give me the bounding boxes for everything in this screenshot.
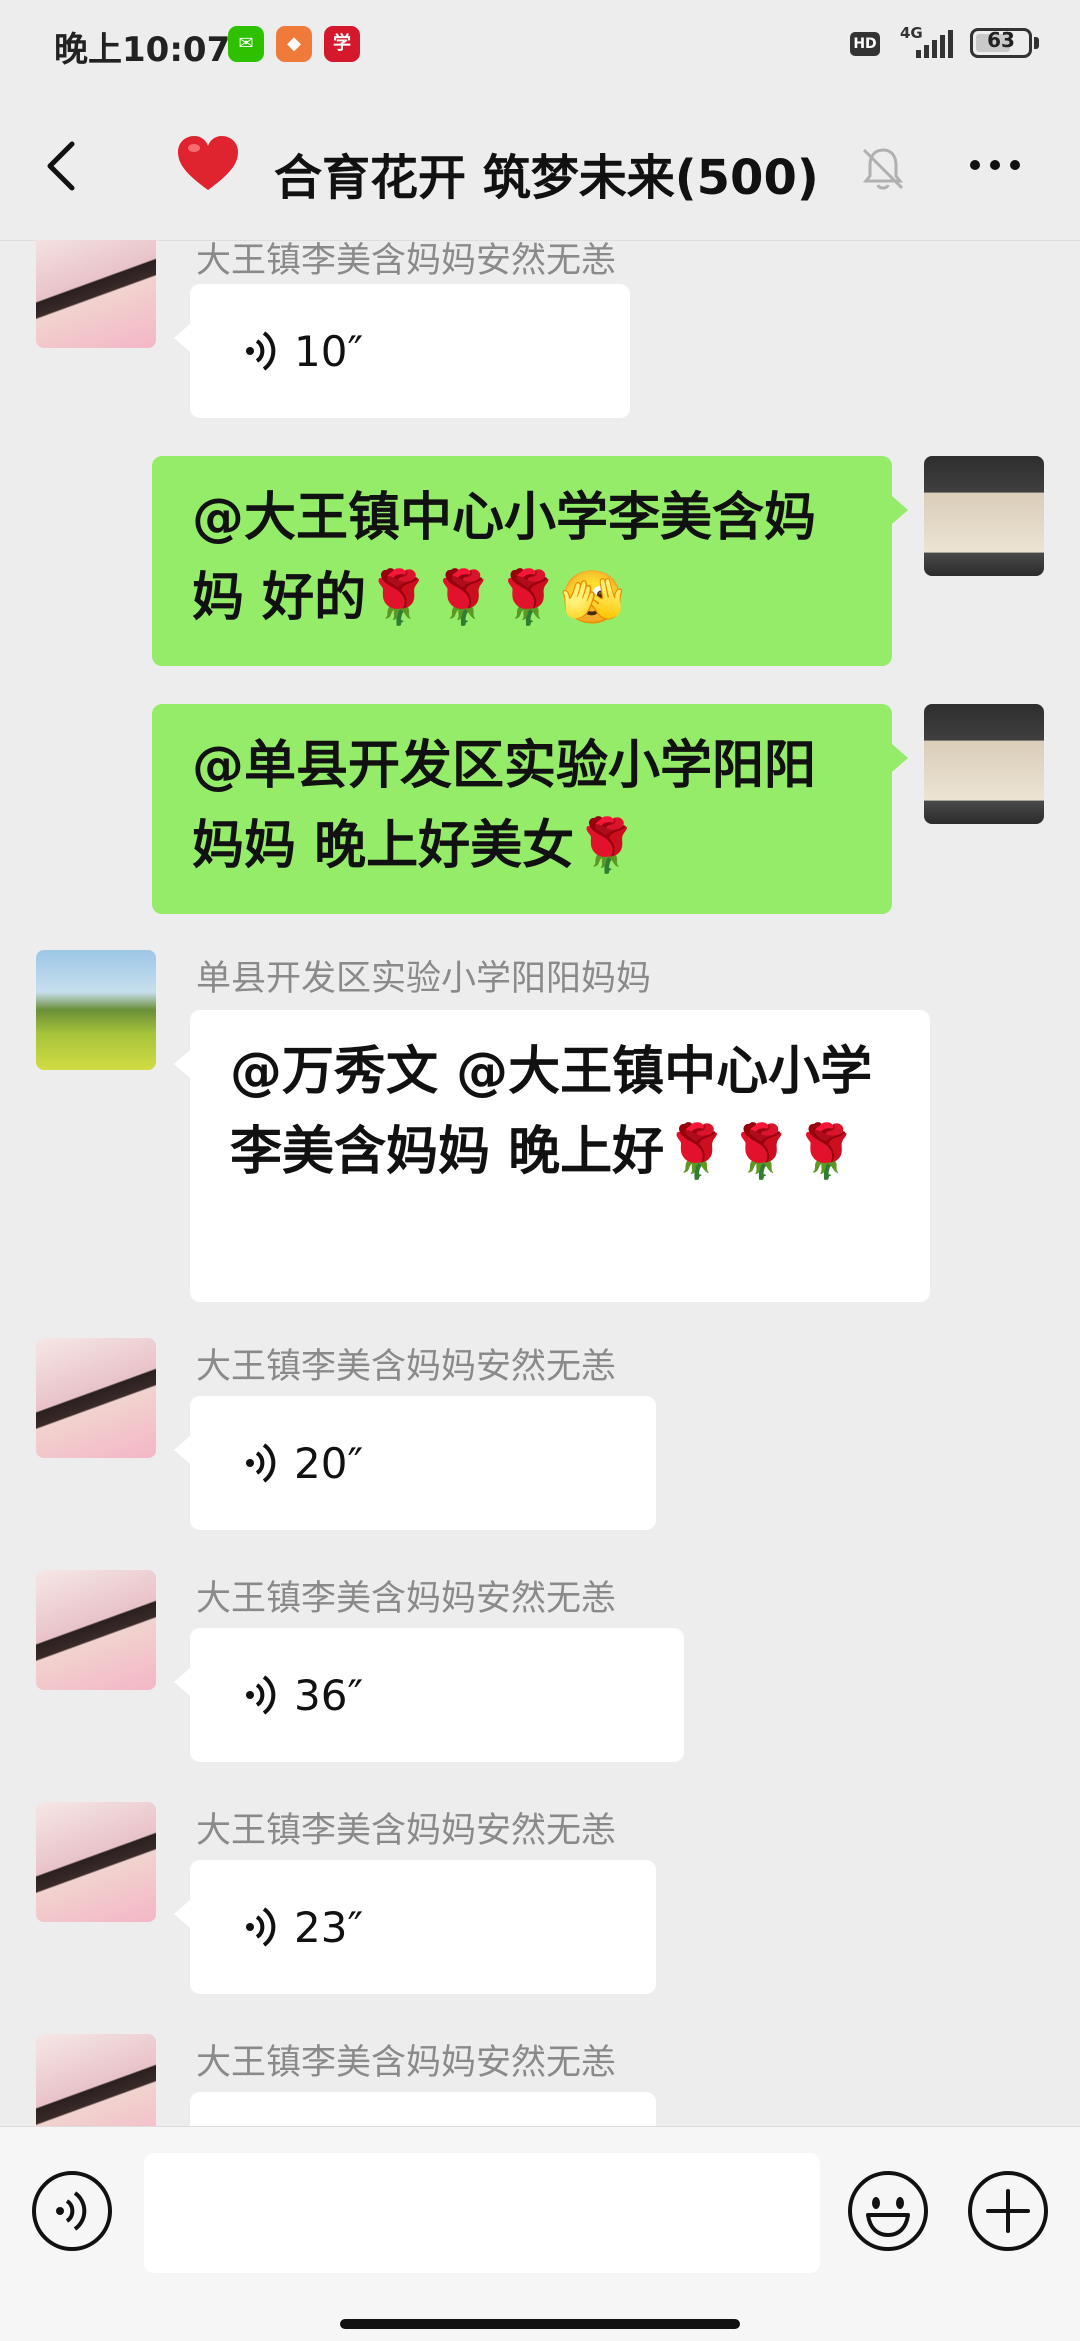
voice-wave-icon: [246, 331, 276, 371]
sender-name: 大王镇李美含妈妈安然无恙: [196, 241, 617, 281]
sender-name: 大王镇李美含妈妈安然无恙: [196, 1811, 617, 1851]
chat-header: 合育花开 筑梦未来(500): [0, 92, 1080, 241]
voice-bubble[interactable]: 23″: [174, 1860, 656, 1994]
battery-icon: 63: [970, 28, 1032, 58]
mute-bell-icon: [862, 148, 904, 190]
message-text: @大王镇中心小学李美含妈妈 好的🌹🌹🌹🫣: [192, 488, 817, 628]
voice-input-icon[interactable]: [30, 2169, 114, 2253]
voice-wave-icon: [246, 1907, 276, 1947]
shopping-app-icon: ◆: [276, 26, 312, 62]
input-bar: [0, 2126, 1080, 2341]
avatar[interactable]: [36, 240, 156, 348]
avatar[interactable]: [924, 704, 1044, 824]
text-bubble[interactable]: @万秀文 @大王镇中心小学李美含妈妈 晚上好🌹🌹🌹: [174, 1010, 930, 1302]
message-voice: 大王镇李美含妈妈安然无恙: [0, 2034, 1080, 2126]
wechat-icon: ✉: [228, 26, 264, 62]
hd-icon: HD: [850, 32, 880, 56]
voice-bubble[interactable]: 20″: [174, 1396, 656, 1530]
message-text-self: @大王镇中心小学李美含妈妈 好的🌹🌹🌹🫣: [0, 456, 1080, 670]
avatar[interactable]: [924, 456, 1044, 576]
home-indicator[interactable]: [340, 2319, 740, 2329]
message-voice: 大王镇李美含妈妈安然无恙 20″: [0, 1338, 1080, 1538]
sender-name: 大王镇李美含妈妈安然无恙: [196, 2043, 617, 2083]
study-app-icon: 学: [324, 26, 360, 62]
text-bubble[interactable]: @大王镇中心小学李美含妈妈 好的🌹🌹🌹🫣: [152, 456, 908, 666]
message-voice: 大王镇李美含妈妈安然无恙 36″: [0, 1570, 1080, 1770]
chat-area[interactable]: 大王镇李美含妈妈安然无恙 10″ @大王镇中心小学李美含妈妈 好的🌹🌹🌹🫣 @单…: [0, 240, 1080, 2126]
more-icon[interactable]: [965, 140, 1025, 190]
signal-icon: [916, 30, 953, 58]
plus-icon[interactable]: [966, 2169, 1050, 2253]
voice-wave-icon: [246, 1675, 276, 1715]
avatar[interactable]: [36, 2034, 156, 2126]
message-text: @单县开发区实验小学阳阳妈妈 晚上好美女🌹: [192, 736, 817, 876]
avatar[interactable]: [36, 1802, 156, 1922]
avatar[interactable]: [36, 950, 156, 1070]
voice-duration: 20″: [294, 1438, 364, 1488]
emoji-icon[interactable]: [846, 2169, 930, 2253]
voice-duration: 36″: [294, 1670, 364, 1720]
avatar[interactable]: [36, 1570, 156, 1690]
message-voice: 大王镇李美含妈妈安然无恙 10″: [0, 240, 1080, 430]
sender-name: 大王镇李美含妈妈安然无恙: [196, 1347, 617, 1387]
chat-title: 合育花开 筑梦未来(500): [274, 150, 819, 206]
voice-bubble[interactable]: 36″: [174, 1628, 684, 1762]
voice-bubble[interactable]: 10″: [174, 284, 630, 418]
sender-name: 单县开发区实验小学阳阳妈妈: [196, 959, 652, 999]
battery-cap: [1034, 37, 1039, 49]
voice-duration: 23″: [294, 1902, 364, 1952]
text-bubble[interactable]: @单县开发区实验小学阳阳妈妈 晚上好美女🌹: [152, 704, 908, 914]
message-text: @万秀文 @大王镇中心小学李美含妈妈 晚上好🌹🌹🌹: [230, 1042, 873, 1182]
voice-bubble[interactable]: [190, 2092, 656, 2126]
back-icon[interactable]: [38, 136, 88, 196]
battery-level: 63: [987, 28, 1015, 52]
voice-wave-icon: [246, 1443, 276, 1483]
voice-duration: 10″: [294, 326, 364, 376]
message-voice: 大王镇李美含妈妈安然无恙 23″: [0, 1802, 1080, 2002]
message-input[interactable]: [144, 2153, 820, 2273]
heart-icon: [178, 136, 238, 190]
status-time: 晚上10:07: [54, 30, 231, 70]
status-bar: 晚上10:07 ✉ ◆ 学 HD 4G 63: [0, 0, 1080, 92]
message-text-self: @单县开发区实验小学阳阳妈妈 晚上好美女🌹: [0, 704, 1080, 918]
avatar[interactable]: [36, 1338, 156, 1458]
sender-name: 大王镇李美含妈妈安然无恙: [196, 1579, 617, 1619]
